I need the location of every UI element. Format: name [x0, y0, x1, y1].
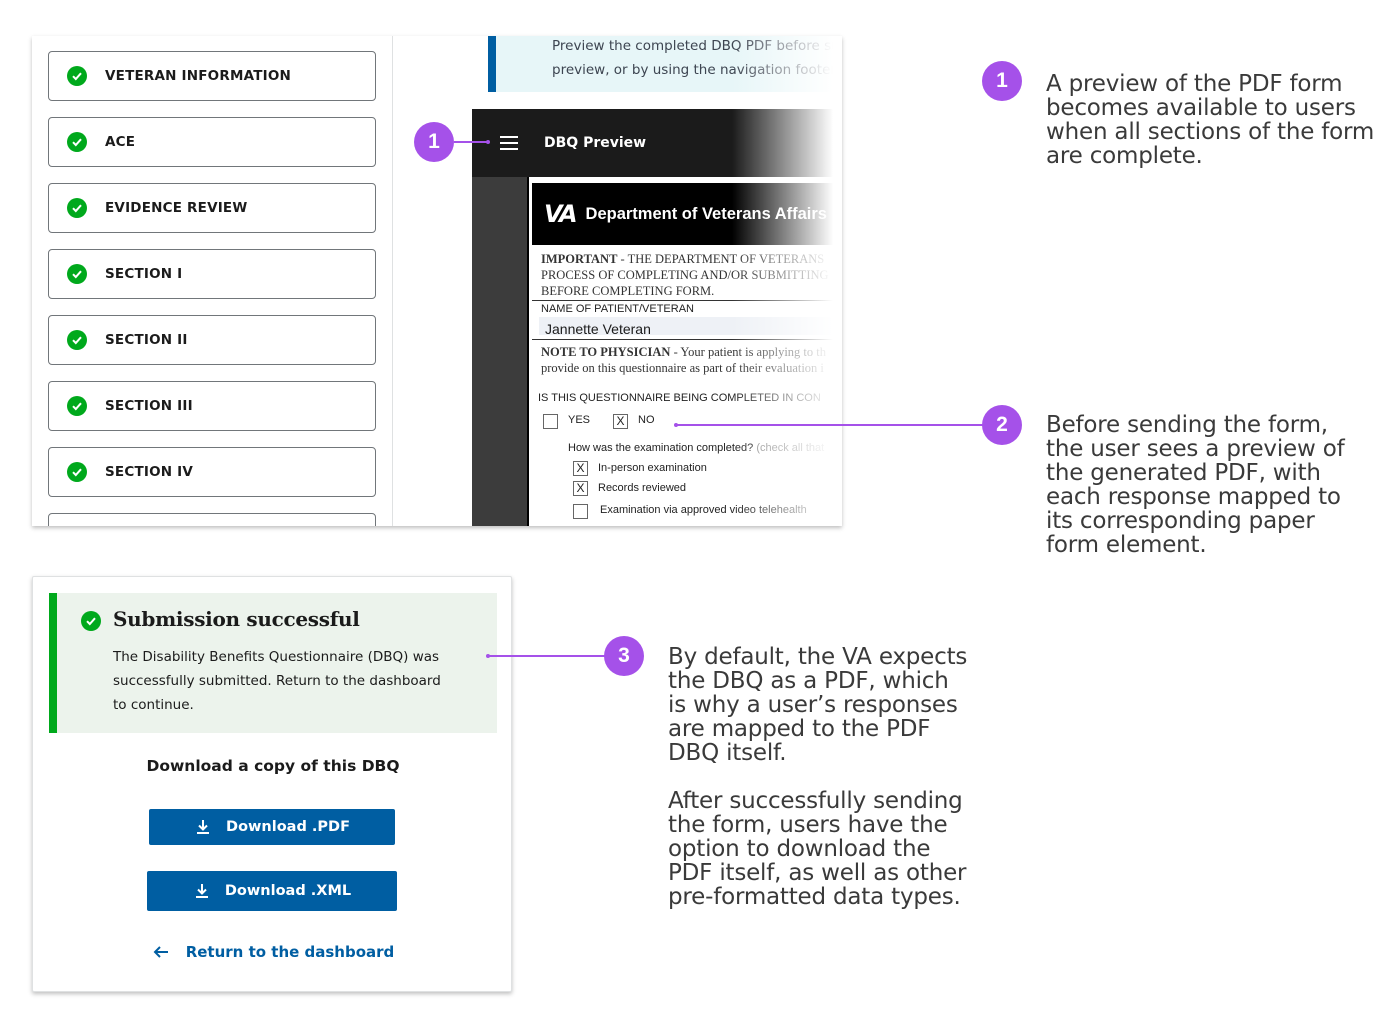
callout-connector-2	[676, 424, 984, 426]
nav-item-label: SECTION IV	[105, 464, 194, 480]
check-circle-icon	[81, 611, 101, 631]
check-circle-icon	[67, 330, 87, 350]
callout-3-text: By default, the VA expects the DBQ as a …	[668, 644, 968, 766]
arrow-left-icon	[153, 946, 168, 958]
check-circle-icon	[67, 396, 87, 416]
nav-item-label: SECTION II	[105, 332, 188, 348]
nav-item-section-3[interactable]: SECTION III	[48, 381, 376, 431]
pdf-yes-checkbox	[543, 414, 558, 429]
pdf-header: VA Department of Veterans Affairs	[532, 183, 842, 245]
success-alert-heading: Submission successful	[113, 607, 360, 631]
va-logo: VA	[544, 200, 578, 228]
download-icon	[195, 884, 208, 898]
success-alert-body: The Disability Benefits Questionnaire (D…	[113, 649, 441, 713]
callout-connector-dot	[486, 654, 490, 658]
submission-success-screenshot: Submission successful The Disability Ben…	[32, 576, 512, 992]
check-circle-icon	[67, 198, 87, 218]
pdf-exam-question: How was the examination completed? (chec…	[568, 442, 824, 454]
callout-connector-dot	[486, 140, 490, 144]
pdf-no-checkbox: X	[613, 414, 628, 429]
nav-item-section-2[interactable]: SECTION II	[48, 315, 376, 365]
pdf-important-rest: - THE DEPARTMENT OF VETERANS	[617, 252, 825, 266]
nav-item-evidence-review[interactable]: EVIDENCE REVIEW	[48, 183, 376, 233]
pdf-important-line: PROCESS OF COMPLETING AND/OR SUBMITTING	[541, 268, 829, 282]
pdf-rule	[532, 300, 842, 301]
return-to-dashboard-link[interactable]: Return to the dashboard	[33, 943, 513, 961]
nav-item-section-4[interactable]: SECTION IV	[48, 447, 376, 497]
pdf-rule	[532, 339, 842, 340]
pdf-viewer-gutter	[472, 177, 527, 526]
nav-item-label: SECTION III	[105, 398, 193, 414]
download-icon	[197, 820, 210, 834]
pdf-exam-option-label: In-person examination	[598, 462, 707, 474]
check-circle-icon	[67, 264, 87, 284]
nav-item-section-1[interactable]: SECTION I	[48, 249, 376, 299]
pdf-name-label: NAME OF PATIENT/VETERAN	[541, 303, 694, 315]
nav-item-veteran-information[interactable]: VETERAN INFORMATION	[48, 51, 376, 101]
callout-marker-1: 1	[982, 61, 1022, 101]
pdf-toolbar: DBQ Preview	[472, 109, 842, 177]
check-circle-icon	[67, 462, 87, 482]
pdf-important-line: IMPORTANT - THE DEPARTMENT OF VETERANS	[541, 251, 824, 267]
nav-item-label: SECTION I	[105, 266, 183, 282]
pdf-note-line: NOTE TO PHYSICIAN - Your patient is appl…	[541, 344, 826, 360]
pdf-note-line: provide on this questionnaire as part of…	[541, 361, 824, 375]
callout-2-text: Before sending the form, the user sees a…	[1046, 412, 1345, 558]
download-xml-button[interactable]: Download .XML	[147, 871, 397, 911]
pdf-exam-question-text: How was the examination completed?	[568, 442, 754, 454]
pdf-exam-hint: (check all that	[753, 442, 825, 454]
callout-3-text-2: After successfully sending the form, use…	[668, 788, 967, 910]
pdf-name-value: Jannette Veteran	[545, 321, 651, 337]
pdf-exam-option-label: Examination via approved video telehealt…	[600, 504, 807, 516]
check-circle-icon	[67, 132, 87, 152]
pdf-preview-column: Preview the completed DBQ PDF before su …	[472, 36, 842, 526]
pdf-no-label: NO	[638, 414, 655, 426]
callout-connector-3	[488, 655, 606, 657]
pdf-page: VA Department of Veterans Affairs IMPORT…	[527, 177, 842, 526]
dbq-preview-screenshot: VETERAN INFORMATION ACE EVIDENCE REVIEW …	[32, 36, 842, 526]
return-to-dashboard-label: Return to the dashboard	[185, 943, 395, 961]
download-pdf-label: Download .PDF	[226, 819, 350, 835]
download-xml-label: Download .XML	[224, 883, 352, 899]
hamburger-menu-icon[interactable]	[500, 134, 518, 152]
nav-item-ace[interactable]: ACE	[48, 117, 376, 167]
info-alert-line: preview, or by using the navigation foot…	[552, 62, 839, 78]
nav-item-label: EVIDENCE REVIEW	[105, 200, 248, 216]
pdf-important-bold: IMPORTANT	[541, 252, 618, 266]
download-pdf-button[interactable]: Download .PDF	[149, 809, 395, 845]
pdf-exam-option-checkbox: X	[573, 461, 588, 476]
callout-connector-1	[454, 141, 488, 143]
nav-item-partial[interactable]	[48, 513, 376, 526]
info-alert: Preview the completed DBQ PDF before su …	[488, 36, 842, 92]
column-divider	[392, 36, 393, 526]
pdf-important-line: BEFORE COMPLETING FORM.	[541, 284, 715, 298]
callout-connector-dot	[674, 423, 678, 427]
download-heading: Download a copy of this DBQ	[146, 757, 400, 775]
pdf-exam-option-label: Records reviewed	[598, 482, 687, 494]
pdf-yes-label: YES	[568, 414, 591, 426]
callout-marker-3: 3	[604, 636, 644, 676]
pdf-toolbar-title: DBQ Preview	[544, 135, 647, 151]
callout-1-text: A preview of the PDF form becomes availa…	[1046, 71, 1375, 169]
pdf-exam-option-checkbox: X	[573, 481, 588, 496]
callout-marker-2: 2	[982, 405, 1022, 445]
success-alert: Submission successful The Disability Ben…	[49, 593, 497, 733]
nav-item-label: ACE	[105, 134, 136, 150]
info-alert-line: Preview the completed DBQ PDF before su	[552, 38, 840, 54]
pdf-note-bold: NOTE TO PHYSICIAN	[541, 345, 671, 359]
pdf-note-rest: - Your patient is applying to th	[670, 345, 826, 359]
pdf-question: IS THIS QUESTIONNAIRE BEING COMPLETED IN…	[538, 392, 821, 404]
callout-marker-1: 1	[414, 122, 454, 162]
check-circle-icon	[67, 66, 87, 86]
section-navigation: VETERAN INFORMATION ACE EVIDENCE REVIEW …	[48, 51, 376, 526]
nav-item-label: VETERAN INFORMATION	[105, 68, 291, 84]
pdf-department-title: Department of Veterans Affairs	[585, 204, 827, 223]
pdf-exam-option-checkbox	[573, 504, 588, 519]
